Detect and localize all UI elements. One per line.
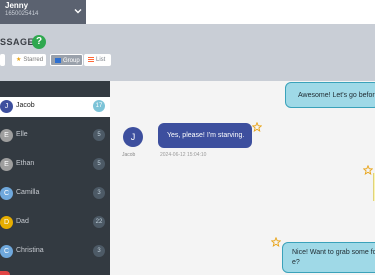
account-phone: 1650025414	[5, 11, 39, 17]
unread-badge: 3	[93, 245, 105, 257]
contact-name: Dad	[16, 218, 29, 225]
avatar: C	[0, 187, 13, 200]
contact-item-christina[interactable]: C Christina 3	[0, 242, 110, 262]
contact-name: Jacob	[16, 102, 35, 109]
filter-all[interactable]	[0, 54, 5, 66]
message-bubble-outgoing[interactable]: Awesome! Let's go before	[285, 82, 375, 108]
view-list-label: List	[96, 57, 106, 63]
avatar: D	[0, 216, 13, 229]
messages-panel-header: SSAGES ? ★ Starred Group List	[0, 24, 375, 81]
contact-name: Ethan	[16, 160, 35, 167]
contact-item-dad[interactable]: D Dad 22	[0, 213, 110, 233]
contact-item-camilla[interactable]: C Camilla 3	[0, 184, 110, 204]
contact-name: Christina	[16, 247, 44, 254]
chat-window: Awesome! Let's go before J Jacob Yes, pl…	[110, 81, 375, 275]
grid-icon	[55, 58, 61, 63]
view-group-button[interactable]: Group	[50, 54, 83, 66]
unread-badge: 17	[93, 100, 105, 112]
sender-name: Jacob	[122, 152, 136, 158]
contact-item-elle[interactable]: E Elle 5	[0, 126, 110, 146]
account-name: Jenny	[5, 1, 29, 10]
unread-badge: 5	[93, 129, 105, 141]
filter-starred-label: Starred	[23, 57, 44, 63]
message-timestamp: 2024-06-12 15:04:10	[160, 152, 207, 158]
avatar: J	[123, 127, 143, 147]
contact-item-ethan[interactable]: E Ethan 5	[0, 155, 110, 175]
star-icon: ★	[16, 57, 22, 63]
notification-dot	[0, 271, 10, 275]
filter-starred[interactable]: ★ Starred	[12, 54, 46, 66]
chevron-down-icon[interactable]	[73, 6, 83, 16]
star-icon[interactable]	[252, 122, 262, 132]
account-switcher[interactable]: Jenny 1650025414	[0, 0, 86, 24]
message-bubble-outgoing[interactable]: Nice! Want to grab some foo e?	[282, 242, 375, 273]
view-group-label: Group	[63, 58, 80, 64]
list-icon	[88, 57, 94, 62]
contact-list: J Jacob 17 E Elle 5 E Ethan 5 C Camilla …	[0, 81, 110, 275]
contact-item-jacob[interactable]: J Jacob 17	[0, 97, 110, 117]
avatar: J	[0, 100, 13, 113]
contact-name: Elle	[16, 131, 28, 138]
unread-badge: 22	[93, 216, 105, 228]
avatar: E	[0, 158, 13, 171]
view-list-button[interactable]: List	[84, 54, 111, 66]
unread-badge: 3	[93, 187, 105, 199]
avatar: C	[0, 245, 13, 258]
message-bubble-incoming[interactable]: Yes, please! I'm starving.	[158, 123, 252, 148]
contact-name: Camilla	[16, 189, 40, 196]
unread-badge: 5	[93, 158, 105, 170]
help-icon[interactable]: ?	[32, 35, 46, 49]
star-icon[interactable]	[271, 237, 281, 247]
avatar: E	[0, 129, 13, 142]
star-icon[interactable]	[363, 165, 373, 175]
